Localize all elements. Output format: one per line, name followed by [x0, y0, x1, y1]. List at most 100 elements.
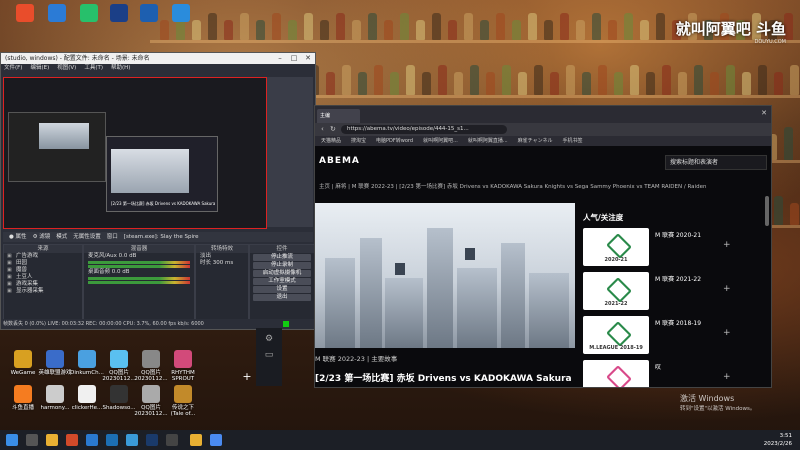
search-input[interactable]: 搜索标题和表演者	[665, 155, 767, 170]
source-toolbar-item[interactable]: ⚙ 滤镜	[33, 234, 51, 240]
maximize-icon[interactable]: □	[287, 53, 301, 64]
browser-tab[interactable]: 主编	[317, 109, 360, 123]
source-toolbar-item[interactable]: 无属性设置	[73, 234, 101, 240]
desktop-icon[interactable]	[72, 4, 106, 24]
search-icon[interactable]	[26, 434, 38, 446]
transition-type-select[interactable]: 淡出	[196, 253, 248, 260]
obs-menu-item[interactable]: 视图(V)	[57, 65, 76, 71]
add-icon[interactable]: +	[723, 284, 731, 294]
browser-window[interactable]: 主编 ✕ ‹ ↻ https://abema.tv/video/episode/…	[314, 105, 772, 388]
desktop-icon[interactable]: DinkumCh...	[70, 350, 104, 376]
source-item[interactable]: 显示器采集	[4, 288, 82, 295]
desktop-icon[interactable]	[102, 4, 136, 24]
obs-menu-item[interactable]: 编辑(E)	[30, 65, 49, 71]
bookmark-item[interactable]: 就叫啊阿翼吧...	[423, 138, 458, 144]
add-icon[interactable]: +	[723, 240, 731, 250]
page-scrollbar[interactable]	[765, 196, 769, 226]
steam-icon[interactable]	[146, 434, 158, 446]
mixer-channel[interactable]: 麦克风/Aux 0.0 dB	[84, 253, 194, 260]
series-card[interactable]: 2020-21 M 联赛 2020-21 +	[583, 228, 753, 266]
video-player[interactable]	[315, 203, 575, 348]
source-toolbar-item[interactable]: ● 属性	[9, 234, 27, 240]
address-bar[interactable]: https://abema.tv/video/episode/444-15_s1…	[341, 125, 507, 134]
mixer-panel[interactable]: 混音器 麦克风/Aux 0.0 dB 桌面音频 0.0 dB	[83, 244, 195, 320]
desktop-icon[interactable]: 英雄联盟游戏	[38, 350, 72, 376]
bookmark-item[interactable]: 电脑PDF转word	[376, 138, 413, 144]
desktop-icon[interactable]: harmony...	[38, 385, 72, 411]
site-logo[interactable]: ABEMA	[319, 156, 360, 166]
desktop-icon[interactable]	[8, 4, 42, 24]
series-card[interactable]: M.LEAGUE 2018-19 M 联赛 2018-19 +	[583, 316, 753, 354]
browser-icon[interactable]	[210, 434, 222, 446]
controls-panel[interactable]: 控件 停止推流 停止录制 启动虚拟摄像机 工作室模式 设置 退出	[249, 244, 315, 320]
control-button[interactable]: 停止录制	[253, 262, 311, 269]
desktop-icon[interactable]	[40, 4, 74, 24]
obs-preview[interactable]: [2/23 第一场比赛] 赤坂 Drivens vs KADOKAWA Saku…	[3, 77, 267, 229]
window-icon[interactable]: ▭	[256, 350, 282, 360]
desktop-icon[interactable]: Shadowso...	[102, 385, 136, 411]
desktop-icon[interactable]: QQ图片20230112...	[134, 385, 168, 417]
bookmark-item[interactable]: 天猫精品	[321, 138, 341, 144]
back-icon[interactable]: ‹	[321, 125, 324, 133]
control-button[interactable]: 工作室模式	[253, 278, 311, 285]
obs-window[interactable]: (studio, windows) - 配置文件: 未命名 - 场景: 未命名 …	[0, 52, 317, 330]
desktop-icon[interactable]	[164, 4, 198, 24]
add-icon[interactable]: +	[723, 328, 731, 338]
desktop-icon[interactable]: QQ图片20230112...	[134, 350, 168, 382]
obs-icon[interactable]	[166, 434, 178, 446]
obs-menu-item[interactable]: 帮助(H)	[111, 65, 130, 71]
obs-titlebar[interactable]: (studio, windows) - 配置文件: 未命名 - 场景: 未命名 …	[1, 53, 315, 64]
minimize-icon[interactable]: –	[273, 53, 287, 64]
sources-panel[interactable]: 来源 广告游戏田园魔兽土豆人游戏采集显示器采集	[3, 244, 83, 320]
app-icon[interactable]	[66, 434, 78, 446]
obs-menu-item[interactable]: 文件(F)	[4, 65, 22, 71]
desktop-icon[interactable]: 传说之下 (Tale of...	[166, 385, 200, 417]
app-icon[interactable]	[126, 434, 138, 446]
source-toolbar-item[interactable]: [steam.exe]: Slay the Spire	[124, 234, 199, 240]
app-icon[interactable]	[86, 434, 98, 446]
mixer-channel[interactable]: 桌面音频 0.0 dB	[84, 269, 194, 276]
transition-duration[interactable]: 时长 300 ms	[196, 260, 248, 267]
control-button[interactable]: 设置	[253, 286, 311, 293]
source-item[interactable]: 游戏采集	[4, 281, 82, 288]
system-clock[interactable]: 3:51 2023/2/26	[764, 432, 792, 448]
source-item[interactable]: 广告游戏	[4, 253, 82, 260]
source-item[interactable]: 魔兽	[4, 267, 82, 274]
desktop-icon[interactable]	[132, 4, 166, 24]
source-toolbar-item[interactable]: 模式	[56, 234, 67, 240]
desktop-icon[interactable]: QQ图片20230112...	[102, 350, 136, 382]
transition-panel[interactable]: 转场特效 淡出 时长 300 ms	[195, 244, 249, 320]
control-button[interactable]: 启动虚拟摄像机	[253, 270, 311, 277]
bookmark-item[interactable]: 就叫啊阿翼直播...	[468, 138, 508, 144]
bottle	[512, 20, 521, 40]
add-icon[interactable]: +	[240, 370, 254, 384]
control-button[interactable]: 退出	[253, 294, 311, 301]
browser-titlebar[interactable]: 主编 ✕	[315, 106, 771, 123]
breadcrumb[interactable]: 主页 | 麻将 | M 联赛 2022-23 | [2/23 第一场比赛] 赤坂…	[319, 182, 706, 190]
obs-source-toolbar[interactable]: ● 属性 ⚙ 滤镜 模式 无属性设置 窗口 [steam.exe]: Slay the S…	[3, 232, 313, 242]
bookmark-item[interactable]: 麻雀チャンネル	[518, 138, 553, 144]
desktop-icon[interactable]: RHYTHM SPROUT	[166, 350, 200, 382]
desktop-icon[interactable]: clickerHe...	[70, 385, 104, 411]
gear-icon[interactable]: ⚙	[256, 334, 282, 344]
series-card[interactable]: 2021-22 M 联赛 2021-22 +	[583, 272, 753, 310]
explorer-icon[interactable]	[46, 434, 58, 446]
bookmark-item[interactable]: 手机书签	[563, 138, 583, 144]
control-button[interactable]: 停止推流	[253, 254, 311, 261]
refresh-icon[interactable]: ↻	[330, 125, 336, 133]
bookmark-item[interactable]: 搜淘宝	[351, 138, 366, 144]
desktop-icon[interactable]: WeGame	[6, 350, 40, 376]
series-card[interactable]: 叹 +	[583, 360, 753, 387]
close-icon[interactable]: ✕	[301, 53, 315, 64]
close-icon[interactable]: ✕	[761, 109, 767, 117]
add-icon[interactable]: +	[723, 372, 731, 382]
source-item[interactable]: 田园	[4, 260, 82, 267]
bottle	[374, 65, 383, 95]
obs-menu-item[interactable]: 工具(T)	[84, 65, 103, 71]
app-icon[interactable]	[190, 434, 202, 446]
source-item[interactable]: 土豆人	[4, 274, 82, 281]
desktop-icon[interactable]: 斗鱼直播	[6, 385, 40, 411]
start-icon[interactable]	[6, 434, 18, 446]
source-toolbar-item[interactable]: 窗口	[107, 234, 118, 240]
app-icon[interactable]	[106, 434, 118, 446]
